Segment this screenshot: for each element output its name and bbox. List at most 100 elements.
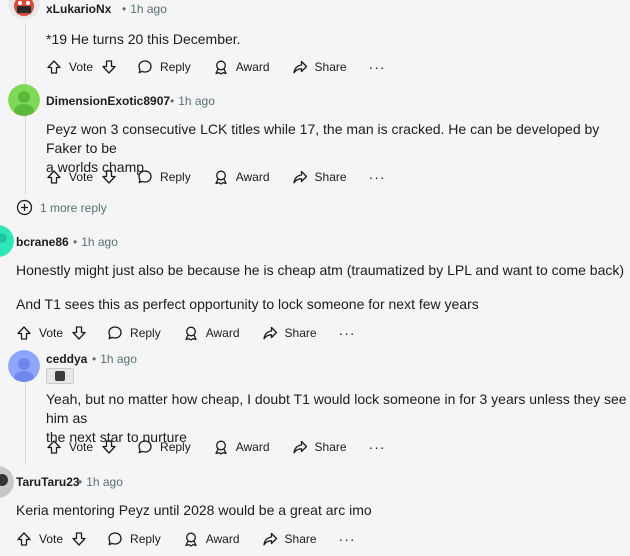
award-button[interactable]: Award	[183, 531, 240, 547]
comment-actions: Vote Reply Award Share ···	[46, 437, 386, 457]
reply-label: Reply	[160, 440, 191, 454]
upvote-button[interactable]: Vote	[16, 531, 63, 547]
more-options-button[interactable]: ···	[369, 59, 386, 75]
upvote-icon	[47, 170, 61, 184]
reply-button[interactable]: Reply	[107, 531, 161, 547]
plus-circle-icon	[16, 199, 33, 216]
comment-bubble-icon	[138, 440, 152, 454]
comment-meta: • 1h ago	[164, 94, 215, 108]
comment-author[interactable]: ceddya	[46, 352, 87, 366]
award-label: Award	[235, 60, 270, 74]
avatar[interactable]	[8, 84, 40, 116]
downvote-button[interactable]	[71, 531, 87, 547]
comment-actions: Vote Reply Award Share ···	[16, 529, 356, 549]
separator-dot: •	[122, 2, 127, 16]
reply-label: Reply	[130, 532, 161, 546]
comment-body: Honestly might just also be because he i…	[16, 261, 626, 314]
more-options-icon: ···	[368, 169, 386, 185]
comment-author[interactable]: bcrane86	[16, 235, 69, 249]
comment-meta: • 1h ago	[86, 352, 137, 366]
reply-button[interactable]: Reply	[137, 59, 191, 75]
more-options-icon: ···	[368, 439, 386, 455]
comment-time: 1h ago	[178, 94, 215, 108]
share-button[interactable]: Share	[262, 531, 317, 547]
comment-meta: • 1h ago	[116, 2, 167, 16]
award-button[interactable]: Award	[213, 59, 270, 75]
upvote-icon	[17, 326, 31, 340]
upvote-button[interactable]: Vote	[16, 325, 63, 341]
comment-line: Keria mentoring Peyz until 2028 would be…	[16, 502, 372, 518]
share-button[interactable]: Share	[292, 169, 347, 185]
downvote-button[interactable]	[101, 59, 117, 75]
upvote-button[interactable]: Vote	[46, 169, 93, 185]
award-button[interactable]: Award	[213, 169, 270, 185]
separator-dot: •	[170, 94, 175, 108]
comment-line: Peyz won 3 consecutive LCK titles while …	[46, 121, 600, 156]
comment-line: *19 He turns 20 this December.	[46, 31, 241, 47]
downvote-icon	[102, 170, 116, 184]
vote-label: Vote	[39, 532, 64, 546]
more-options-button[interactable]: ···	[369, 439, 386, 455]
award-button[interactable]: Award	[213, 439, 270, 455]
user-flair-badge	[46, 368, 74, 384]
comment-bubble-icon	[108, 326, 122, 340]
share-icon	[292, 440, 307, 454]
comment-line: Honestly might just also be because he i…	[16, 262, 625, 278]
share-icon	[292, 170, 307, 184]
avatar[interactable]	[8, 350, 40, 382]
share-button[interactable]: Share	[292, 59, 347, 75]
downvote-button[interactable]	[101, 439, 117, 455]
downvote-button[interactable]	[101, 169, 117, 185]
separator-dot: •	[73, 235, 78, 249]
comment-author[interactable]: xLukarioNx	[46, 2, 111, 16]
more-options-button[interactable]: ···	[339, 531, 356, 547]
more-options-button[interactable]: ···	[369, 169, 386, 185]
share-icon	[262, 326, 277, 340]
award-icon	[185, 326, 197, 341]
avatar[interactable]	[0, 466, 14, 498]
comment-author[interactable]: TaruTaru23	[16, 475, 80, 489]
reply-button[interactable]: Reply	[107, 325, 161, 341]
comment-time: 1h ago	[81, 235, 118, 249]
award-label: Award	[235, 440, 270, 454]
comment-time: 1h ago	[86, 475, 123, 489]
reply-label: Reply	[160, 170, 191, 184]
downvote-icon	[102, 60, 116, 74]
comment-author[interactable]: DimensionExotic8907	[46, 94, 170, 108]
comment-time: 1h ago	[100, 352, 137, 366]
comment-meta: • 1h ago	[67, 235, 118, 249]
comment-body: *19 He turns 20 this December.	[46, 30, 626, 49]
share-button[interactable]: Share	[262, 325, 317, 341]
comment-actions: Vote Reply Award Share ···	[46, 57, 386, 77]
share-icon	[262, 532, 277, 546]
upvote-icon	[47, 440, 61, 454]
share-label: Share	[284, 532, 317, 546]
downvote-button[interactable]	[71, 325, 87, 341]
share-label: Share	[284, 326, 317, 340]
reply-button[interactable]: Reply	[137, 169, 191, 185]
reply-button[interactable]: Reply	[137, 439, 191, 455]
more-options-icon: ···	[368, 59, 386, 75]
award-label: Award	[205, 532, 240, 546]
more-replies-button[interactable]: 1 more reply	[16, 199, 107, 216]
share-button[interactable]: Share	[292, 439, 347, 455]
award-icon	[215, 170, 227, 185]
more-options-icon: ···	[338, 531, 356, 547]
comment-meta: • 1h ago	[72, 475, 123, 489]
comment-actions: Vote Reply Award Share ···	[16, 323, 356, 343]
award-button[interactable]: Award	[183, 325, 240, 341]
comment-line: Yeah, but no matter how cheap, I doubt T…	[46, 391, 627, 426]
more-options-button[interactable]: ···	[339, 325, 356, 341]
avatar[interactable]	[8, 0, 40, 20]
reply-label: Reply	[160, 60, 191, 74]
award-icon	[215, 60, 227, 75]
upvote-button[interactable]: Vote	[46, 439, 93, 455]
more-options-icon: ···	[338, 325, 356, 341]
share-label: Share	[314, 170, 347, 184]
comment-body: Keria mentoring Peyz until 2028 would be…	[16, 501, 626, 520]
upvote-icon	[17, 532, 31, 546]
upvote-button[interactable]: Vote	[46, 59, 93, 75]
comment-bubble-icon	[138, 60, 152, 74]
avatar[interactable]	[0, 225, 14, 257]
share-icon	[292, 60, 307, 74]
